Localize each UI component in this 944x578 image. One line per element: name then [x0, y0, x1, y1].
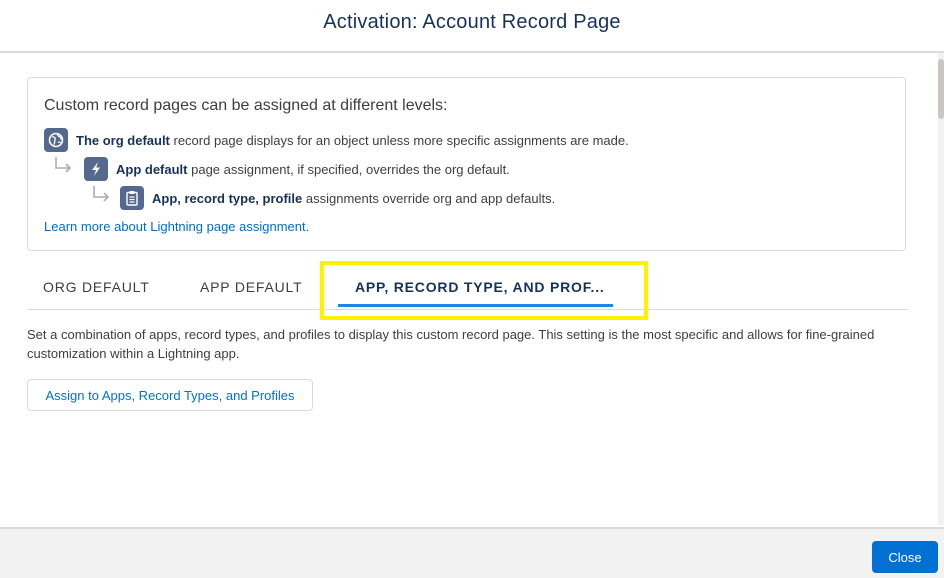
scrollbar-thumb[interactable]	[938, 59, 944, 119]
level-org-default: The org default record page displays for…	[44, 128, 629, 152]
vertical-scrollbar[interactable]	[938, 53, 944, 525]
globe-icon	[44, 128, 68, 152]
modal-header: Activation: Account Record Page	[0, 0, 944, 53]
learn-more-link[interactable]: Learn more about Lightning page assignme…	[44, 219, 309, 234]
tab-app-record-type-profile[interactable]: APP, RECORD TYPE, AND PROF...	[355, 266, 605, 308]
level-app-default: App default page assignment, if specifie…	[84, 157, 510, 181]
lightning-bolt-icon	[84, 157, 108, 181]
assign-to-apps-record-types-profiles-button[interactable]: Assign to Apps, Record Types, and Profil…	[27, 379, 313, 411]
level-app-record-type-profile: App, record type, profile assignments ov…	[120, 186, 555, 210]
modal-title: Activation: Account Record Page	[323, 11, 621, 33]
assignment-tabs: ORG DEFAULT APP DEFAULT APP, RECORD TYPE…	[27, 266, 908, 310]
tab-description: Set a combination of apps, record types,…	[27, 327, 875, 361]
level-app-record-type-profile-text: App, record type, profile assignments ov…	[152, 190, 556, 206]
level-org-default-text: The org default record page displays for…	[76, 132, 629, 148]
close-button[interactable]: Close	[872, 541, 938, 573]
tab-org-default[interactable]: ORG DEFAULT	[43, 266, 150, 308]
activation-modal: Activation: Account Record Page Custom r…	[0, 0, 944, 578]
active-tab-indicator	[338, 304, 613, 307]
assignment-levels-info-box: Custom record pages can be assigned at d…	[27, 77, 906, 251]
info-heading: Custom record pages can be assigned at d…	[44, 97, 448, 114]
hierarchy-connector-arrow	[55, 157, 72, 173]
level-app-default-text: App default page assignment, if specifie…	[116, 161, 510, 177]
clipboard-icon	[120, 186, 144, 210]
tab-app-default[interactable]: APP DEFAULT	[200, 266, 302, 308]
hierarchy-connector-arrow	[93, 186, 110, 202]
modal-footer: Close	[0, 527, 944, 578]
